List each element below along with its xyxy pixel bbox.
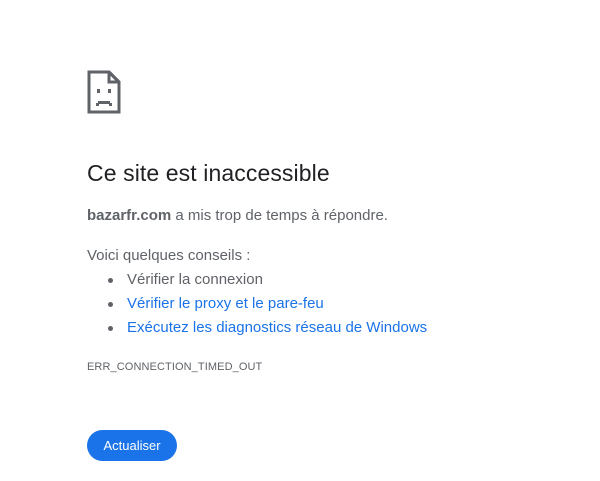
tip-check-proxy-firewall-link[interactable]: Vérifier le proxy et le pare-feu: [127, 295, 324, 312]
tips-list: Vérifier la connexion Vérifier le proxy …: [87, 270, 427, 342]
host-name: bazarfr.com: [87, 207, 172, 224]
tip-check-connection: Vérifier la connexion: [107, 270, 427, 294]
tip-check-connection-label: Vérifier la connexion: [127, 271, 263, 288]
page-title: Ce site est inaccessible: [87, 160, 330, 186]
error-message: bazarfr.com a mis trop de temps à répond…: [87, 207, 388, 224]
tip-run-diagnostics[interactable]: Exécutez les diagnostics réseau de Windo…: [107, 318, 427, 342]
error-message-text: a mis trop de temps à répondre.: [171, 207, 388, 224]
tips-heading: Voici quelques conseils :: [87, 247, 251, 264]
error-code: ERR_CONNECTION_TIMED_OUT: [87, 361, 263, 373]
error-page: Ce site est inaccessible bazarfr.com a m…: [0, 0, 600, 481]
tip-check-proxy-firewall[interactable]: Vérifier le proxy et le pare-feu: [107, 294, 427, 318]
reload-button[interactable]: Actualiser: [87, 430, 177, 461]
sad-page-icon: [87, 70, 121, 114]
tip-run-diagnostics-link[interactable]: Exécutez les diagnostics réseau de Windo…: [127, 319, 427, 336]
